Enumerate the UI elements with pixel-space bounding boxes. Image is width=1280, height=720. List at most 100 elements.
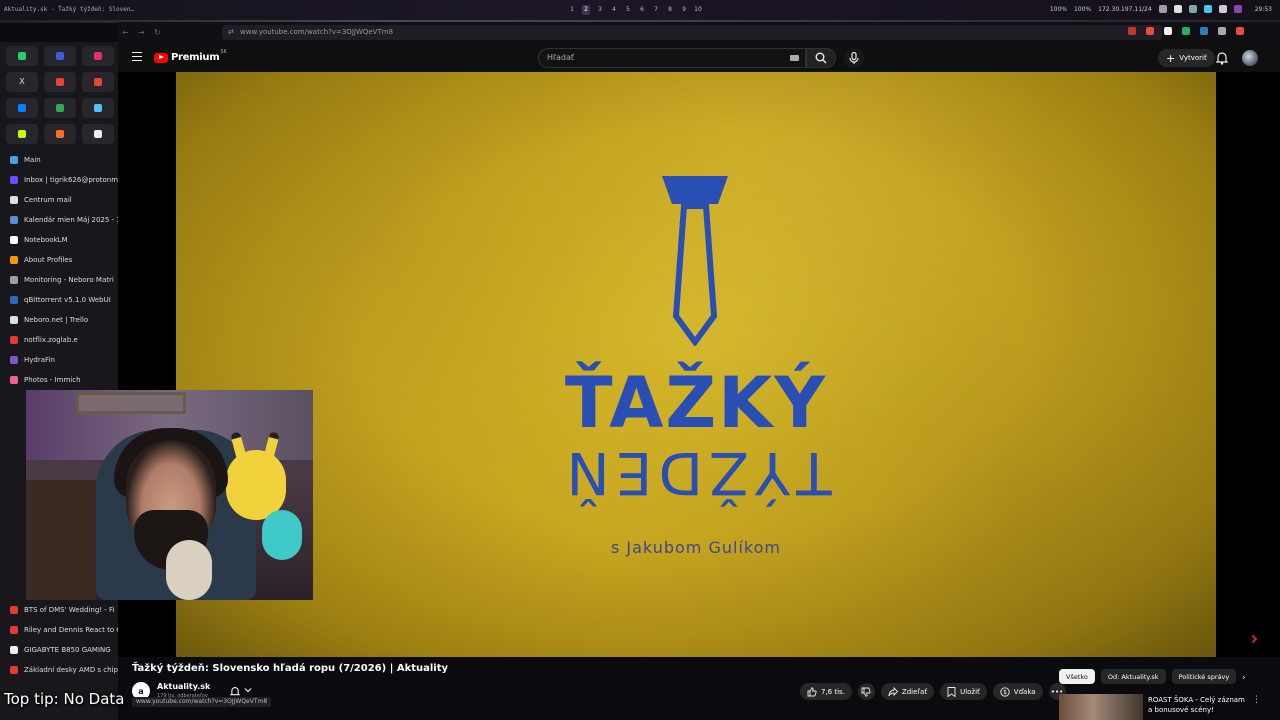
sidebar-tab[interactable]: Main — [0, 150, 118, 170]
save-button[interactable]: Uložiť — [940, 683, 987, 700]
pinned-tab[interactable] — [82, 98, 114, 118]
sidebar-tab[interactable]: HydraFin — [0, 350, 118, 370]
sidebar-tab[interactable]: notflix.zoglab.e — [0, 330, 118, 350]
extension-icon[interactable] — [1236, 27, 1244, 35]
menu-icon[interactable] — [132, 52, 142, 61]
steam-icon[interactable] — [1218, 5, 1227, 13]
sidebar-tab-label: Kalendár mien Máj 2025 - 1 — [24, 216, 118, 224]
account-avatar[interactable] — [1242, 50, 1258, 66]
address-bar-url: www.youtube.com/watch?v=3OJJWQeVTm8 — [240, 28, 394, 36]
app-icon — [56, 52, 64, 60]
telegram-icon[interactable] — [1203, 5, 1212, 13]
app-tray-icon[interactable] — [1233, 5, 1242, 13]
chat-icon — [94, 104, 102, 112]
forward-icon[interactable]: → — [138, 28, 145, 37]
create-button[interactable]: + Vytvoriť — [1158, 49, 1215, 67]
sidebar-tab[interactable]: qBittorrent v5.1.0 WebUI — [0, 290, 118, 310]
sidebar-tab[interactable]: NotebookLM — [0, 230, 118, 250]
network-icon[interactable] — [1188, 5, 1197, 13]
sidebar-tab[interactable]: Centrum mail — [0, 190, 118, 210]
sidebar-tab[interactable]: Neboro.net | Trello — [0, 310, 118, 330]
filter-chip[interactable]: Od: Aktuality.sk — [1100, 669, 1166, 684]
channel-name[interactable]: Aktuality.sk — [157, 682, 210, 691]
video-player[interactable]: ŤAŽKÝ TÝŽDEŇ s Jakubom Gulíkom — [176, 72, 1216, 657]
recommendation-title[interactable]: ROAST ŠOKA - Celý záznam a bonusové scén… — [1148, 695, 1248, 715]
workspace-3[interactable]: 3 — [596, 5, 604, 15]
sidebar-tab[interactable]: Riley and Dennis React to C — [0, 620, 118, 640]
dislike-button[interactable] — [857, 683, 875, 700]
pinned-tab[interactable] — [44, 72, 76, 92]
pinned-tab[interactable] — [44, 124, 76, 144]
workspace-1[interactable]: 1 — [568, 5, 576, 15]
pinned-tab[interactable] — [82, 124, 114, 144]
tab-list: Main Inbox | tigrik626@protonm Centrum mai… — [0, 150, 118, 390]
workspace-9[interactable]: 9 — [680, 5, 688, 15]
workspace-10[interactable]: 10 — [694, 5, 702, 15]
sidebar-tab[interactable]: Photos - Immich — [0, 370, 118, 390]
video-actions: 7,6 tis. Zdieľať Uložiť $ Vďaka ••• — [800, 683, 1066, 700]
sidebar-tab[interactable]: Inbox | tigrik626@protonm — [0, 170, 118, 190]
favicon-icon — [10, 276, 18, 284]
sidebar-tab[interactable]: Základní desky AMD s chip — [0, 660, 118, 680]
webcam-picture-frame — [76, 392, 186, 414]
workspace-6[interactable]: 6 — [638, 5, 646, 15]
phone-icon[interactable] — [1173, 5, 1182, 13]
workspace-4[interactable]: 4 — [610, 5, 618, 15]
workspace-7[interactable]: 7 — [652, 5, 660, 15]
more-vertical-icon[interactable]: ⋮ — [1252, 695, 1261, 705]
sidebar-tab[interactable]: Kalendár mien Máj 2025 - 1 — [0, 210, 118, 230]
recommendation-thumbnail[interactable] — [1059, 694, 1143, 720]
notifications-bell-icon[interactable] — [1216, 51, 1228, 65]
filter-chip[interactable]: Politické správy — [1171, 669, 1237, 684]
favicon-icon — [10, 646, 18, 654]
filter-chip[interactable]: Všetko — [1059, 669, 1095, 684]
whatsapp-icon — [18, 52, 26, 60]
share-button[interactable]: Zdieľať — [880, 683, 935, 700]
pinned-tab[interactable]: X — [6, 72, 38, 92]
voice-search-button[interactable] — [844, 48, 864, 68]
browser-sidebar: X Main Inbox | tigrik626@protonm Centrum m… — [0, 42, 118, 720]
address-bar[interactable]: ⇄ www.youtube.com/watch?v=3OJJWQeVTm8 — [222, 25, 1162, 40]
sidebar-tab[interactable]: GIGABYTE B850 GAMING — [0, 640, 118, 660]
sidebar-tab[interactable]: About Profiles — [0, 250, 118, 270]
extension-icon[interactable] — [1200, 27, 1208, 35]
like-button[interactable]: 7,6 tis. — [800, 683, 852, 700]
favicon-icon — [10, 356, 18, 364]
chevron-right-icon[interactable]: › — [1242, 673, 1246, 683]
clipboard-icon[interactable] — [1158, 5, 1167, 13]
site-info-icon[interactable]: ⇄ — [228, 25, 234, 40]
search-button[interactable] — [806, 48, 836, 68]
recommendation-chips: Všetko Od: Aktuality.sk Politické správy — [1059, 669, 1237, 684]
pinned-tab[interactable] — [6, 98, 38, 118]
search-input[interactable]: Hľadať — [538, 48, 806, 68]
pinned-tab[interactable] — [6, 46, 38, 66]
extension-icon[interactable] — [1182, 27, 1190, 35]
favicon-icon — [10, 336, 18, 344]
pinned-tab[interactable] — [82, 46, 114, 66]
extension-icon[interactable] — [1218, 27, 1226, 35]
pinned-tab[interactable] — [6, 124, 38, 144]
brand-label: Premium — [171, 52, 220, 63]
stream-overlay-tip: Top tip: No Data — [4, 690, 125, 708]
sidebar-tab[interactable]: BTS of DMS' Wedding! - Fi — [0, 600, 118, 620]
thanks-button[interactable]: $ Vďaka — [992, 683, 1043, 700]
thumbs-down-icon — [861, 687, 872, 697]
favicon-icon — [10, 606, 18, 614]
youtube-logo[interactable]: Premium SK — [154, 49, 227, 63]
link-preview-status: www.youtube.com/watch?v=3OJJWQeVTm8 — [132, 697, 272, 707]
webcam-shelf — [26, 480, 96, 600]
sidebar-tab[interactable]: Monitoring - Neboro Matri — [0, 270, 118, 290]
extension-icon[interactable] — [1146, 27, 1154, 35]
pinned-tab[interactable] — [44, 98, 76, 118]
workspace-2[interactable]: 2 — [582, 5, 590, 15]
reload-icon[interactable]: ↻ — [154, 28, 161, 37]
pinned-tab[interactable] — [82, 72, 114, 92]
extension-icon[interactable] — [1164, 27, 1172, 35]
subscribed-button[interactable] — [230, 686, 252, 697]
back-icon[interactable]: ← — [122, 28, 129, 37]
pinned-tab[interactable] — [44, 46, 76, 66]
extension-icon[interactable] — [1128, 27, 1136, 35]
workspace-8[interactable]: 8 — [666, 5, 674, 15]
workspace-5[interactable]: 5 — [624, 5, 632, 15]
keyboard-icon[interactable] — [790, 55, 799, 61]
